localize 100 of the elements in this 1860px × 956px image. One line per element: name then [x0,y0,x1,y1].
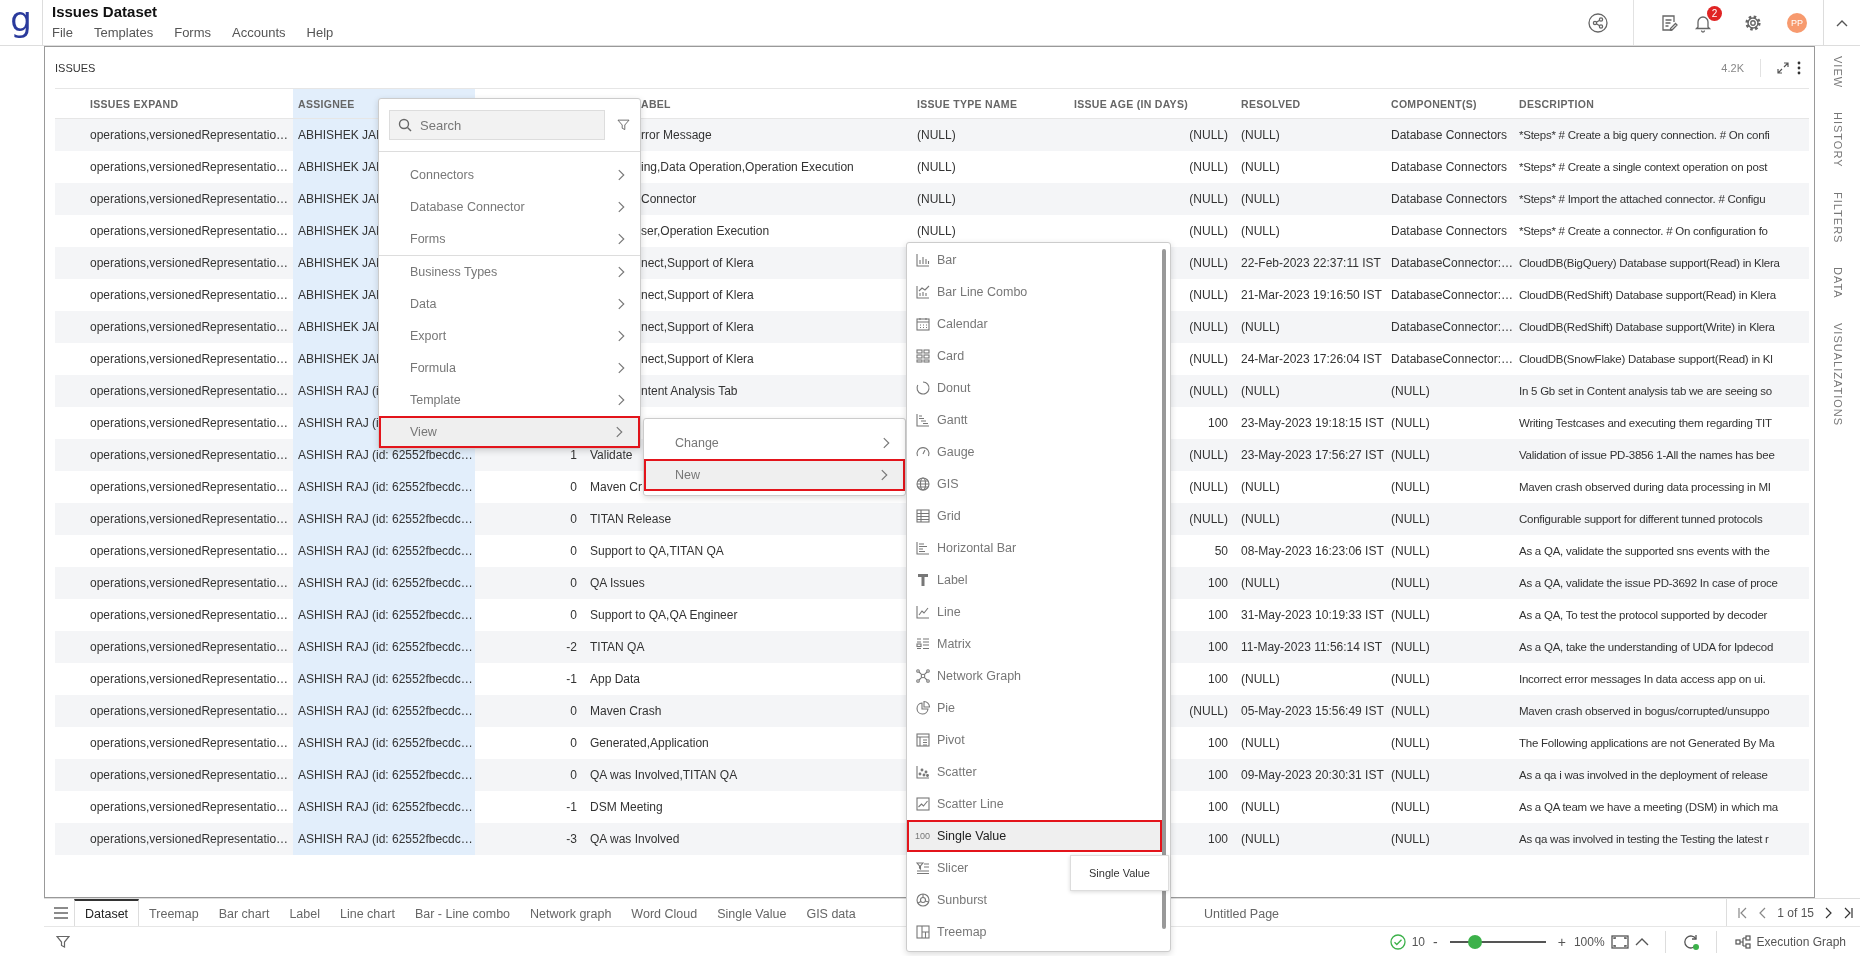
menu-item[interactable]: Gauge [907,436,1162,468]
menu-item[interactable]: Template [379,384,640,416]
menu-item[interactable]: New [644,459,905,491]
page-tab[interactable]: GIS data [796,899,866,926]
zoom-in-button[interactable]: + [1555,933,1568,950]
menu-item[interactable]: Pie [907,692,1162,724]
menu-item[interactable]: Templates [93,25,154,40]
zoom-out-button[interactable]: - [1431,933,1440,950]
table-cell: ABHISHEK JAI [298,352,380,366]
logo[interactable]: g [10,1,32,36]
menu-item[interactable]: Accounts [232,25,286,40]
card-title: ISSUES [55,61,96,74]
side-panel-tab[interactable]: HISTORY [1831,112,1844,168]
scrollbar[interactable] [1162,249,1166,929]
menu-item[interactable]: Line [907,596,1162,628]
table-cell: 24-Mar-2023 17:26:04 IST [1241,352,1382,366]
table-cell: operations,versionedRepresentatio… [90,768,289,782]
table-cell: TITAN QA [590,640,645,654]
table-cell: (NULL) [917,128,956,142]
menu-item[interactable]: Connectors [379,159,640,191]
line-chart-icon [915,604,931,620]
table-cell: (NULL) [1391,608,1430,622]
menu-item[interactable]: Forms [174,25,212,40]
menu-item[interactable]: Treemap [907,916,1162,948]
check-count: 10 [1411,934,1426,949]
last-page-icon[interactable] [1842,906,1854,919]
table-cell: ser,Operation Execution [641,224,770,238]
menu-item[interactable]: Grid [907,500,1162,532]
filter-icon[interactable] [56,934,70,949]
side-panel-tab[interactable]: VISUALIZATIONS [1831,322,1844,426]
column-header[interactable]: COMPONENT(S) [1386,89,1514,118]
menu-item[interactable]: Data [379,288,640,320]
page-tab[interactable]: Bar chart [208,899,280,926]
menu-icon[interactable] [54,906,68,919]
menu-item[interactable]: Horizontal Bar [907,532,1162,564]
execution-graph-button[interactable]: Execution Graph [1732,934,1860,949]
page-tab[interactable]: Dataset [74,899,140,926]
menu-item[interactable]: Bar [907,244,1162,276]
menu-item[interactable]: Help [306,25,334,40]
page-tab[interactable]: Line chart [329,899,405,926]
side-panel-tab[interactable]: DATA [1831,267,1844,299]
menu-item[interactable]: Label [907,564,1162,596]
table-cell: 50 [1214,544,1228,558]
table-cell: Connector [641,192,697,206]
chevron-up-icon[interactable] [1634,936,1649,947]
edit-notes-icon[interactable] [1659,12,1679,33]
menu-item[interactable]: Network Graph [907,660,1162,692]
menu-item[interactable]: File [52,25,73,40]
table-cell: (NULL) [1391,768,1430,782]
page-tab[interactable]: Single Value [707,899,797,926]
column-header[interactable]: ISSUE TYPE NAME [912,89,1069,118]
table-cell: ABHISHEK JAI [298,160,380,174]
table-cell: operations,versionedRepresentatio… [90,384,289,398]
menu-item[interactable]: Scatter [907,756,1162,788]
menu-item[interactable]: Formula [379,352,640,384]
side-panel-tab[interactable]: VIEW [1831,56,1844,89]
table-cell: As a QA, validate the supported sns events with the [1519,545,1770,557]
refresh-icon[interactable] [1681,932,1700,951]
table-cell: (NULL) [1391,576,1430,590]
table-cell: (NULL) [1391,736,1430,750]
menu-item[interactable]: GIS [907,468,1162,500]
menu-item[interactable]: Pivot [907,724,1162,756]
table-cell: (NULL) [1391,672,1430,686]
menu-item[interactable]: Donut [907,372,1162,404]
menu-item[interactable]: Forms [379,223,640,255]
table-cell: ASHISH RAJ (id: 62552fbecdc… [298,448,473,462]
menu-item[interactable]: Business Types [379,256,640,288]
page-tab[interactable]: Label [279,899,330,926]
expand-icon[interactable] [1777,61,1789,74]
share-icon[interactable] [1588,12,1608,33]
search-field[interactable]: Search [389,110,605,140]
menu-item[interactable]: Calendar [907,308,1162,340]
menu-item[interactable]: Export [379,320,640,352]
menu-item[interactable]: Matrix [907,628,1162,660]
column-header[interactable]: ISSUE AGE (IN DAYS) [1069,89,1236,118]
page-tab[interactable]: Bar - Line combo [404,899,521,926]
page-tab[interactable]: Untitled Page [1194,899,1290,926]
menu-item[interactable]: Change [644,427,905,459]
page-tab[interactable]: Network graph [520,899,622,926]
menu-item[interactable]: 100 Single Value [907,820,1162,852]
page-tab[interactable]: Treemap [139,899,209,926]
menu-item[interactable]: Scatter Line [907,788,1162,820]
slider-thumb[interactable] [1467,934,1482,949]
table-cell: (NULL) [1391,416,1430,430]
side-panel-tab[interactable]: FILTERS [1831,191,1844,244]
menu-item[interactable]: View [379,416,640,448]
more-icon[interactable] [1797,60,1801,75]
menu-item[interactable]: Bar Line Combo [907,276,1162,308]
menu-item[interactable]: Gantt [907,404,1162,436]
menu-item[interactable]: Database Connector [379,191,640,223]
menu-item[interactable]: Card [907,340,1162,372]
fit-screen-icon[interactable] [1610,934,1629,949]
chevron-right-icon [617,265,626,279]
column-header[interactable]: RESOLVED [1236,89,1386,118]
table-cell: Support to QA,QA Engineer [590,608,738,622]
table-cell: operations,versionedRepresentatio… [90,352,289,366]
column-header[interactable]: DESCRIPTION [1514,89,1809,118]
page-tab[interactable]: Word Cloud [621,899,708,926]
column-header[interactable]: ISSUES EXPAND [85,89,293,118]
check-circle-icon [1389,933,1406,950]
